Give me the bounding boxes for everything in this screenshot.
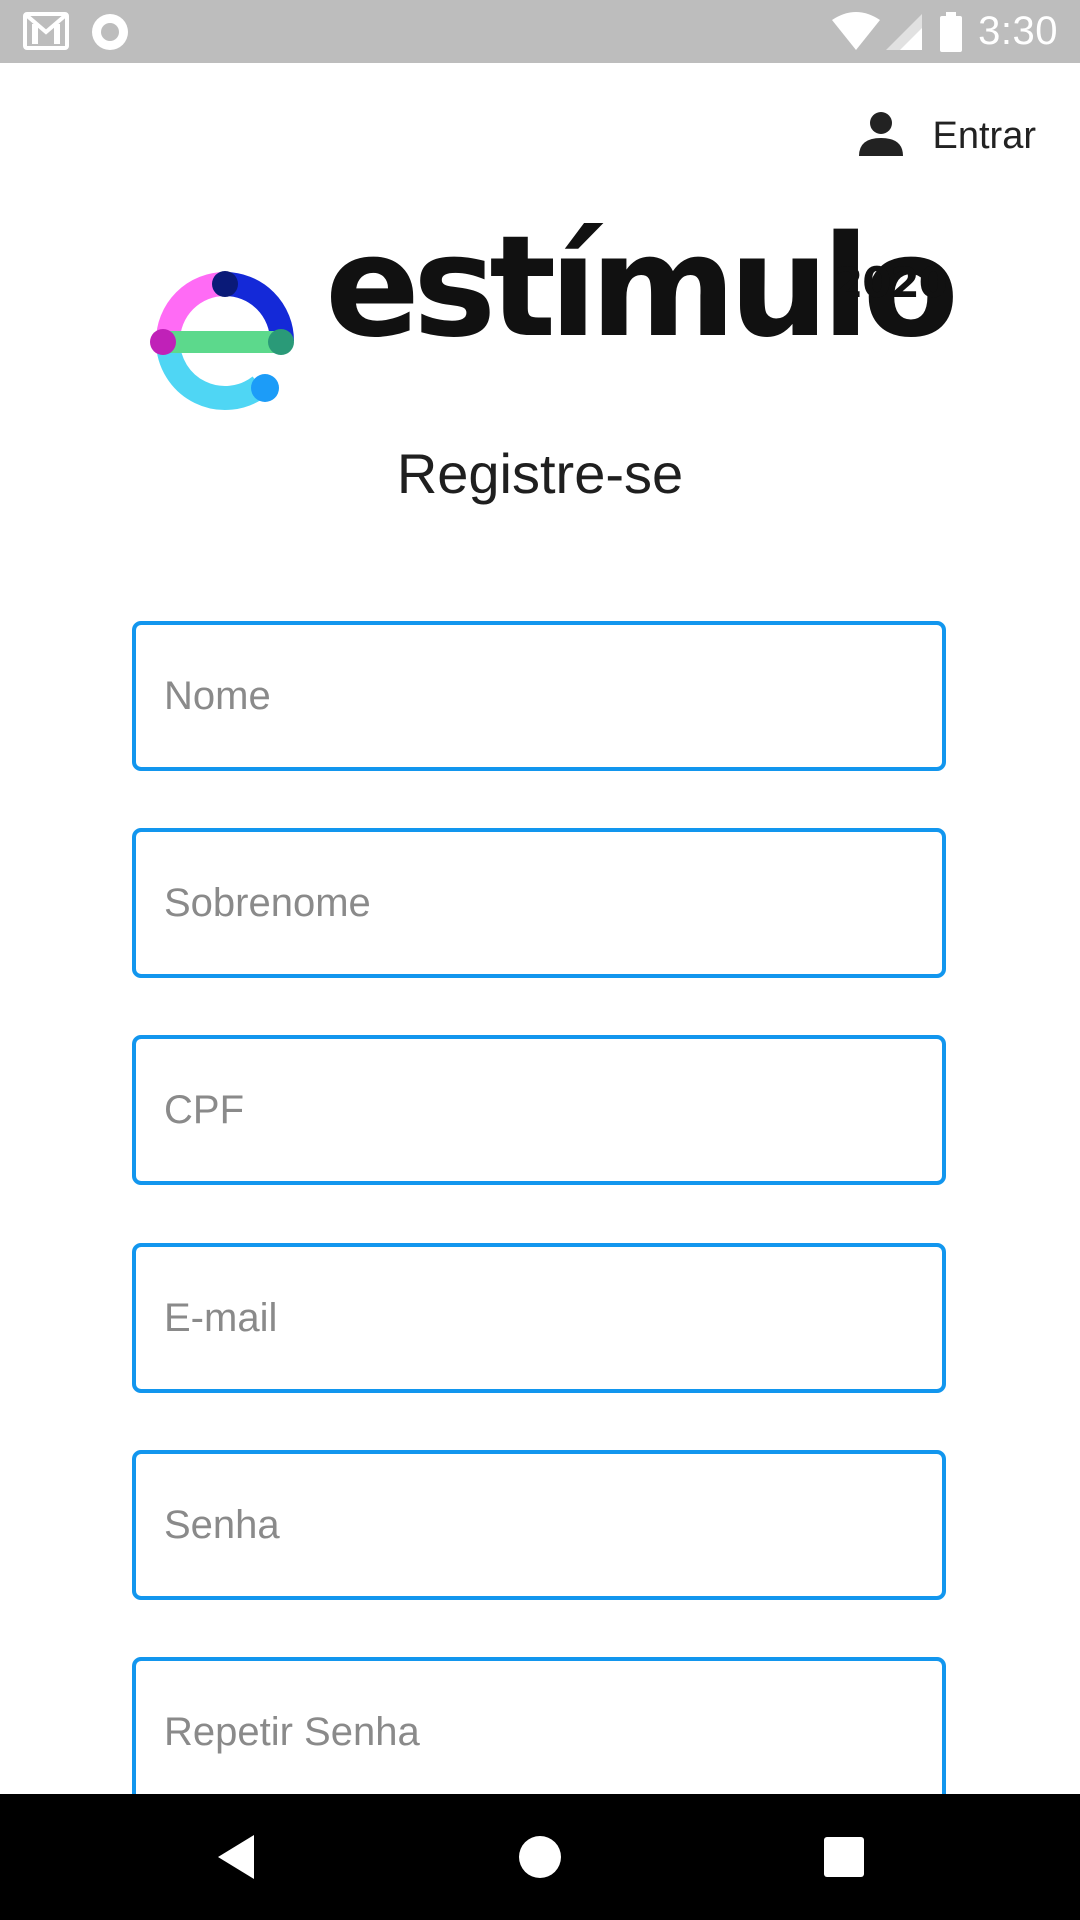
- person-icon: [857, 110, 905, 163]
- home-icon: [519, 1836, 561, 1878]
- logo-year: 2020: [834, 258, 948, 307]
- navigation-bar: [0, 1794, 1080, 1920]
- wifi-icon: [832, 12, 880, 50]
- status-time: 3:30: [978, 9, 1058, 53]
- login-label: Entrar: [932, 114, 1036, 157]
- home-button[interactable]: [480, 1794, 600, 1920]
- last-name-input[interactable]: [136, 832, 942, 974]
- register-screen: 3:30 Entrar estímulo 2020 Registre-se No…: [0, 0, 1080, 1920]
- record-icon: [92, 14, 128, 50]
- first-name-input[interactable]: [136, 625, 942, 767]
- status-bar: 3:30: [0, 0, 1080, 63]
- page-title: Registre-se: [396, 442, 684, 505]
- password-field[interactable]: [132, 1450, 946, 1600]
- logo-mark-icon: [150, 271, 294, 410]
- cpf-input[interactable]: [136, 1039, 942, 1181]
- login-button[interactable]: Entrar: [857, 108, 1036, 164]
- last-name-field[interactable]: [132, 828, 946, 978]
- back-button[interactable]: [176, 1794, 296, 1920]
- password-input[interactable]: [136, 1454, 942, 1596]
- repeat-password-field[interactable]: [132, 1657, 946, 1807]
- repeat-password-input[interactable]: [136, 1661, 942, 1803]
- back-icon: [218, 1835, 254, 1879]
- recents-button[interactable]: [784, 1794, 904, 1920]
- cpf-field[interactable]: [132, 1035, 946, 1185]
- recents-icon: [824, 1837, 864, 1877]
- status-notification-icons: [23, 12, 128, 50]
- email-field[interactable]: [132, 1243, 946, 1393]
- cell-signal-icon: [886, 14, 922, 50]
- battery-icon: [940, 12, 962, 52]
- email-input[interactable]: [136, 1247, 942, 1389]
- status-left: [22, 10, 142, 54]
- status-system-icons: [832, 12, 962, 52]
- app-logo: estímulo 2020: [150, 218, 959, 422]
- gmail-icon: [23, 12, 69, 50]
- first-name-field[interactable]: [132, 621, 946, 771]
